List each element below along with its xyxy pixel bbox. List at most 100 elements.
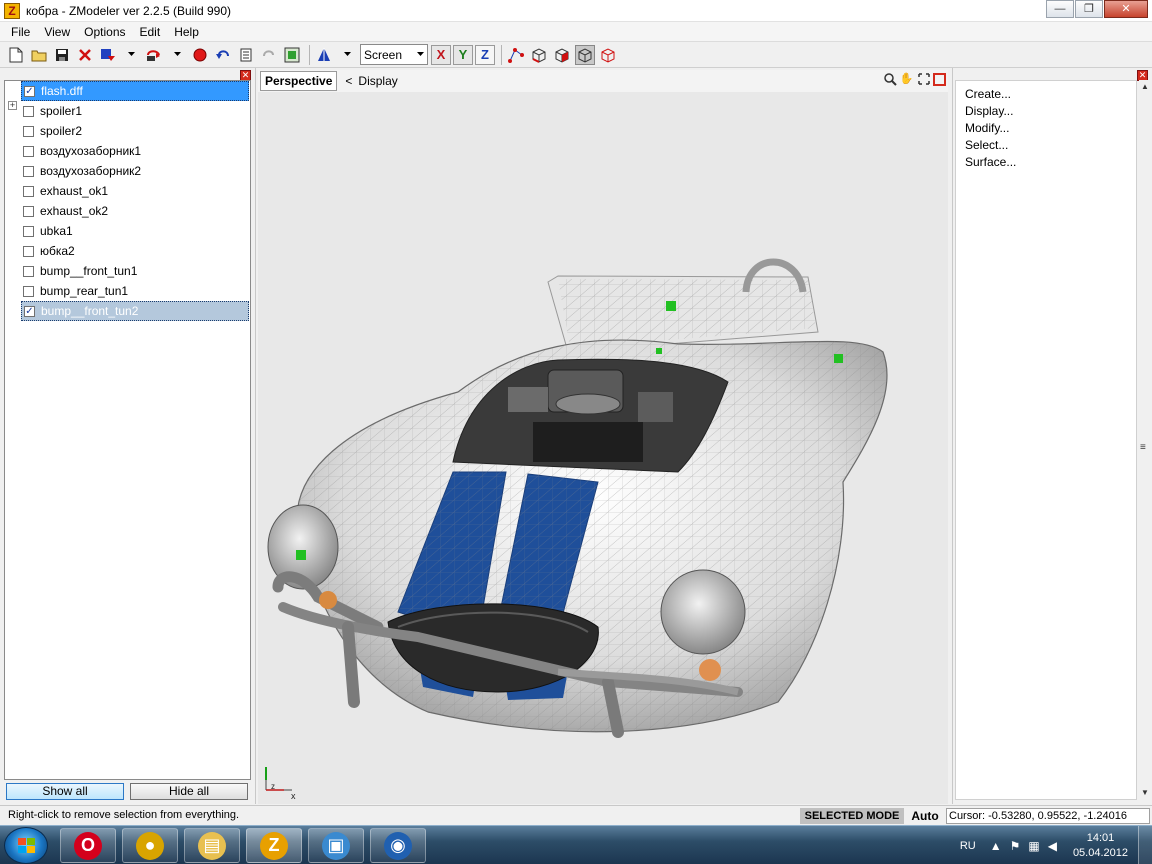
network-icon[interactable]: ▦: [1028, 839, 1039, 853]
scroll-grip-icon[interactable]: ≡: [1140, 442, 1146, 453]
open-folder-icon[interactable]: [29, 45, 49, 65]
import-icon[interactable]: [98, 45, 118, 65]
select-all-icon[interactable]: [598, 45, 618, 65]
scene-tree[interactable]: + ✓ flash.dff spoiler1 spoiler2 воздухозабор…: [4, 80, 251, 780]
visibility-checkbox[interactable]: [23, 185, 34, 197]
tree-item[interactable]: spoiler1: [21, 101, 249, 121]
flag-icon[interactable]: ⚑: [1010, 839, 1021, 853]
minimize-button[interactable]: —: [1046, 0, 1074, 18]
scroll-down-icon[interactable]: ▼: [1141, 788, 1149, 797]
menu-options[interactable]: Options: [77, 25, 132, 39]
axis-x-toggle[interactable]: X: [431, 44, 451, 65]
breadcrumb-back-icon[interactable]: <: [345, 74, 352, 88]
taskbar-app-zmodeler[interactable]: Z: [246, 828, 302, 863]
perspective-viewport[interactable]: z x: [258, 92, 948, 804]
menu-help[interactable]: Help: [167, 25, 206, 39]
visibility-checkbox[interactable]: [23, 145, 34, 157]
command-display[interactable]: Display...: [965, 104, 1013, 118]
export-dropdown-icon[interactable]: [167, 45, 187, 65]
tree-item[interactable]: exhaust_ok1: [21, 181, 249, 201]
zmodeler-app-icon[interactable]: Z: [4, 2, 20, 19]
tree-item-label: flash.dff: [41, 84, 83, 98]
taskbar-app-globe-app[interactable]: ◉: [370, 828, 426, 863]
command-surface[interactable]: Surface...: [965, 155, 1016, 169]
mesh-dropdown-icon[interactable]: [337, 45, 357, 65]
start-button[interactable]: [4, 827, 48, 864]
axis-z-toggle[interactable]: Z: [475, 44, 495, 65]
tree-item[interactable]: ✓ bump__front_tun2: [21, 301, 249, 321]
volume-icon[interactable]: ◀: [1048, 839, 1057, 853]
taskbar-app-image-viewer[interactable]: ▣: [308, 828, 364, 863]
chrome-icon: ●: [136, 831, 164, 860]
menu-file[interactable]: File: [4, 25, 37, 39]
command-select[interactable]: Select...: [965, 138, 1008, 152]
chevron-down-icon: [417, 52, 424, 56]
auto-indicator[interactable]: Auto: [906, 808, 944, 824]
record-icon[interactable]: [190, 45, 210, 65]
undo-icon[interactable]: [213, 45, 233, 65]
render-icon[interactable]: [282, 45, 302, 65]
visibility-checkbox[interactable]: [23, 205, 34, 217]
tree-item[interactable]: воздухозаборник2: [21, 161, 249, 181]
visibility-checkbox[interactable]: ✓: [24, 85, 35, 97]
language-indicator[interactable]: RU: [960, 840, 976, 852]
selection-mode-indicator[interactable]: SELECTED MODE: [800, 808, 904, 824]
tree-item[interactable]: spoiler2: [21, 121, 249, 141]
tree-item[interactable]: bump__front_tun1: [21, 261, 249, 281]
tree-item[interactable]: ✓ flash.dff: [21, 81, 249, 101]
redo-icon[interactable]: [259, 45, 279, 65]
export-icon[interactable]: [144, 45, 164, 65]
new-file-icon[interactable]: [6, 45, 26, 65]
visibility-checkbox[interactable]: [23, 245, 34, 257]
visibility-checkbox[interactable]: [23, 165, 34, 177]
hide-all-button[interactable]: Hide all: [130, 783, 248, 800]
mesh-icon[interactable]: [314, 45, 334, 65]
viewport-tab-perspective[interactable]: Perspective: [260, 71, 338, 91]
show-desktop-button[interactable]: [1138, 826, 1152, 864]
taskbar-app-opera[interactable]: O: [60, 828, 116, 863]
axis-y-toggle[interactable]: Y: [453, 44, 473, 65]
import-dropdown-icon[interactable]: [121, 45, 141, 65]
command-scrollbar[interactable]: ▲ ≡ ▼: [1139, 80, 1151, 800]
select-edge-icon[interactable]: [529, 45, 549, 65]
save-icon[interactable]: [52, 45, 72, 65]
select-vertex-icon[interactable]: [506, 45, 526, 65]
visibility-checkbox[interactable]: [23, 285, 34, 297]
maximize-viewport-icon[interactable]: [933, 73, 946, 86]
scene-panel: ✕ + ✓ flash.dff spoiler1 spoiler2 воздухозаб…: [0, 68, 256, 804]
tree-item[interactable]: bump_rear_tun1: [21, 281, 249, 301]
menu-view[interactable]: View: [37, 25, 77, 39]
notes-icon[interactable]: [236, 45, 256, 65]
tree-item[interactable]: ubka1: [21, 221, 249, 241]
rotate-view-icon[interactable]: [916, 72, 931, 87]
select-object-icon[interactable]: [575, 44, 595, 65]
delete-icon[interactable]: [75, 45, 95, 65]
breadcrumb[interactable]: Display: [358, 74, 397, 88]
expand-icon[interactable]: +: [8, 101, 17, 110]
tree-item-label: bump_rear_tun1: [40, 284, 129, 298]
tree-item[interactable]: юбка2: [21, 241, 249, 261]
pan-hand-icon[interactable]: ✋: [899, 72, 914, 87]
taskbar-app-explorer[interactable]: ▤: [184, 828, 240, 863]
visibility-checkbox[interactable]: [23, 265, 34, 277]
taskbar-app-chrome[interactable]: ●: [122, 828, 178, 863]
coordinate-system-select[interactable]: Screen: [360, 44, 428, 65]
command-create[interactable]: Create...: [965, 87, 1011, 101]
show-all-button[interactable]: Show all: [6, 783, 124, 800]
tree-item[interactable]: воздухозаборник1: [21, 141, 249, 161]
restore-button[interactable]: ❐: [1075, 0, 1103, 18]
scroll-up-icon[interactable]: ▲: [1141, 82, 1149, 91]
visibility-checkbox[interactable]: [23, 125, 34, 137]
clock[interactable]: 14:01 05.04.2012: [1073, 831, 1128, 861]
coordinate-system-value: Screen: [364, 47, 403, 62]
visibility-checkbox[interactable]: [23, 105, 34, 117]
select-face-icon[interactable]: [552, 45, 572, 65]
visibility-checkbox[interactable]: [23, 225, 34, 237]
tree-item[interactable]: exhaust_ok2: [21, 201, 249, 221]
visibility-checkbox[interactable]: ✓: [24, 305, 35, 317]
tray-expand-icon[interactable]: ▲: [990, 839, 1002, 853]
menu-edit[interactable]: Edit: [133, 25, 168, 39]
zoom-icon[interactable]: [882, 72, 897, 87]
command-modify[interactable]: Modify...: [965, 121, 1009, 135]
close-button[interactable]: ✕: [1104, 0, 1148, 18]
